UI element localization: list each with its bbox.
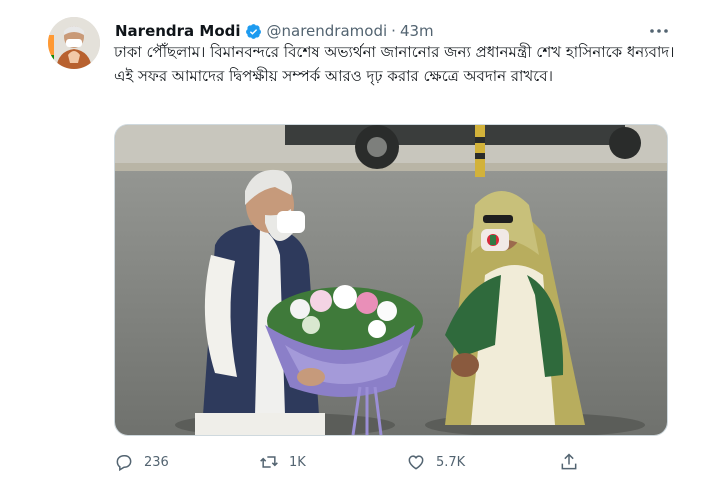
reply-icon — [116, 455, 132, 472]
photo-modi-hasina-greeting — [115, 125, 667, 435]
avatar[interactable] — [48, 17, 100, 69]
tweet-text: ঢাকা পৌঁছলাম। বিমানবন্দরে বিশেষ অভ্যর্থন… — [114, 43, 675, 85]
author-name[interactable]: Narendra Modi — [115, 22, 241, 40]
retweet-button[interactable]: 1K — [259, 450, 306, 474]
tweet-photo[interactable] — [114, 124, 668, 436]
share-icon — [561, 453, 577, 470]
heart-icon — [408, 455, 424, 470]
avatar-image — [48, 17, 100, 69]
verified-badge-icon — [245, 23, 261, 39]
tweet-actions: 236 1K 5.7K — [114, 450, 584, 474]
retweet-count: 1K — [289, 454, 306, 470]
share-button[interactable] — [559, 450, 589, 474]
more-options-icon[interactable] — [648, 22, 670, 40]
like-button[interactable]: 5.7K — [406, 450, 465, 474]
author-handle[interactable]: @narendramodi — [267, 22, 388, 40]
retweet-icon — [260, 456, 278, 468]
separator-dot: · — [391, 22, 396, 40]
reply-button[interactable]: 236 — [114, 450, 169, 474]
like-count: 5.7K — [436, 454, 466, 470]
tweet-header: Narendra Modi @narendramodi · 43m — [115, 20, 434, 42]
tweet-card[interactable]: Narendra Modi @narendramodi · 43m ঢাকা প… — [0, 0, 726, 484]
timestamp[interactable]: 43m — [400, 22, 434, 40]
reply-count: 236 — [144, 454, 169, 470]
